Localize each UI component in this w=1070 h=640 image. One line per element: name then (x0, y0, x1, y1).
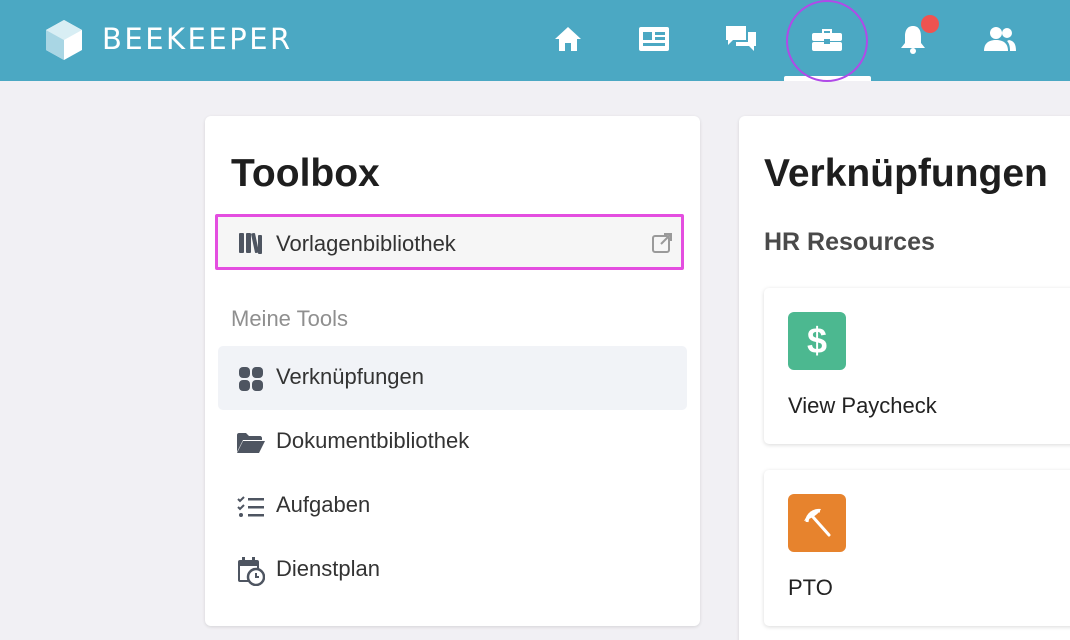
tool-item-label: Dokumentbibliothek (276, 428, 470, 453)
svg-text:$: $ (807, 321, 827, 361)
tool-item-document-library[interactable]: Dokumentbibliothek (218, 410, 687, 474)
template-library-link[interactable]: Vorlagenbibliothek (215, 214, 684, 270)
tool-item-label: Aufgaben (276, 492, 371, 517)
people-icon[interactable] (983, 22, 1017, 56)
external-link-icon[interactable] (651, 232, 673, 259)
active-tab-indicator (784, 76, 871, 81)
brand-name: BEEKEEPER (102, 22, 293, 56)
dollar-icon: $ (788, 312, 846, 370)
checklist-icon (236, 492, 266, 522)
toolbox-icon[interactable] (810, 22, 844, 56)
shortcut-label: PTO (788, 575, 833, 600)
shortcuts-panel: Verknüpfungen HR Resources $ View Payche… (739, 116, 1070, 640)
home-icon[interactable] (551, 22, 585, 56)
shortcuts-title: Verknüpfungen (764, 152, 1048, 195)
folder-open-icon (236, 428, 266, 458)
my-tools-heading: Meine Tools (231, 306, 348, 331)
template-library-label: Vorlagenbibliothek (276, 231, 456, 256)
toolbox-panel: Toolbox Vorlagenbibliothek Meine Tools V… (205, 116, 700, 626)
tool-item-tasks[interactable]: Aufgaben (218, 474, 687, 538)
shortcut-tile-pto[interactable]: PTO (764, 470, 1070, 626)
calendar-clock-icon (236, 556, 266, 586)
chat-icon[interactable] (724, 22, 758, 56)
umbrella-icon (788, 494, 846, 552)
toolbox-title: Toolbox (231, 152, 380, 195)
tool-item-shortcuts[interactable]: Verknüpfungen (218, 346, 687, 410)
notification-badge (921, 15, 939, 33)
news-icon[interactable] (637, 22, 671, 56)
beekeeper-logo-icon[interactable] (44, 18, 84, 62)
shortcut-tile-view-paycheck[interactable]: $ View Paycheck (764, 288, 1070, 444)
tool-item-label: Dienstplan (276, 556, 380, 581)
tool-item-label: Verknüpfungen (276, 364, 425, 389)
tool-item-shift-plan[interactable]: Dienstplan (218, 538, 687, 602)
shortcut-label: View Paycheck (788, 393, 937, 418)
more-icon[interactable] (1060, 22, 1070, 56)
grid-icon (236, 364, 266, 394)
books-icon (238, 231, 264, 260)
hr-resources-heading: HR Resources (764, 228, 935, 256)
top-nav-bar: BEEKEEPER (0, 0, 1070, 82)
